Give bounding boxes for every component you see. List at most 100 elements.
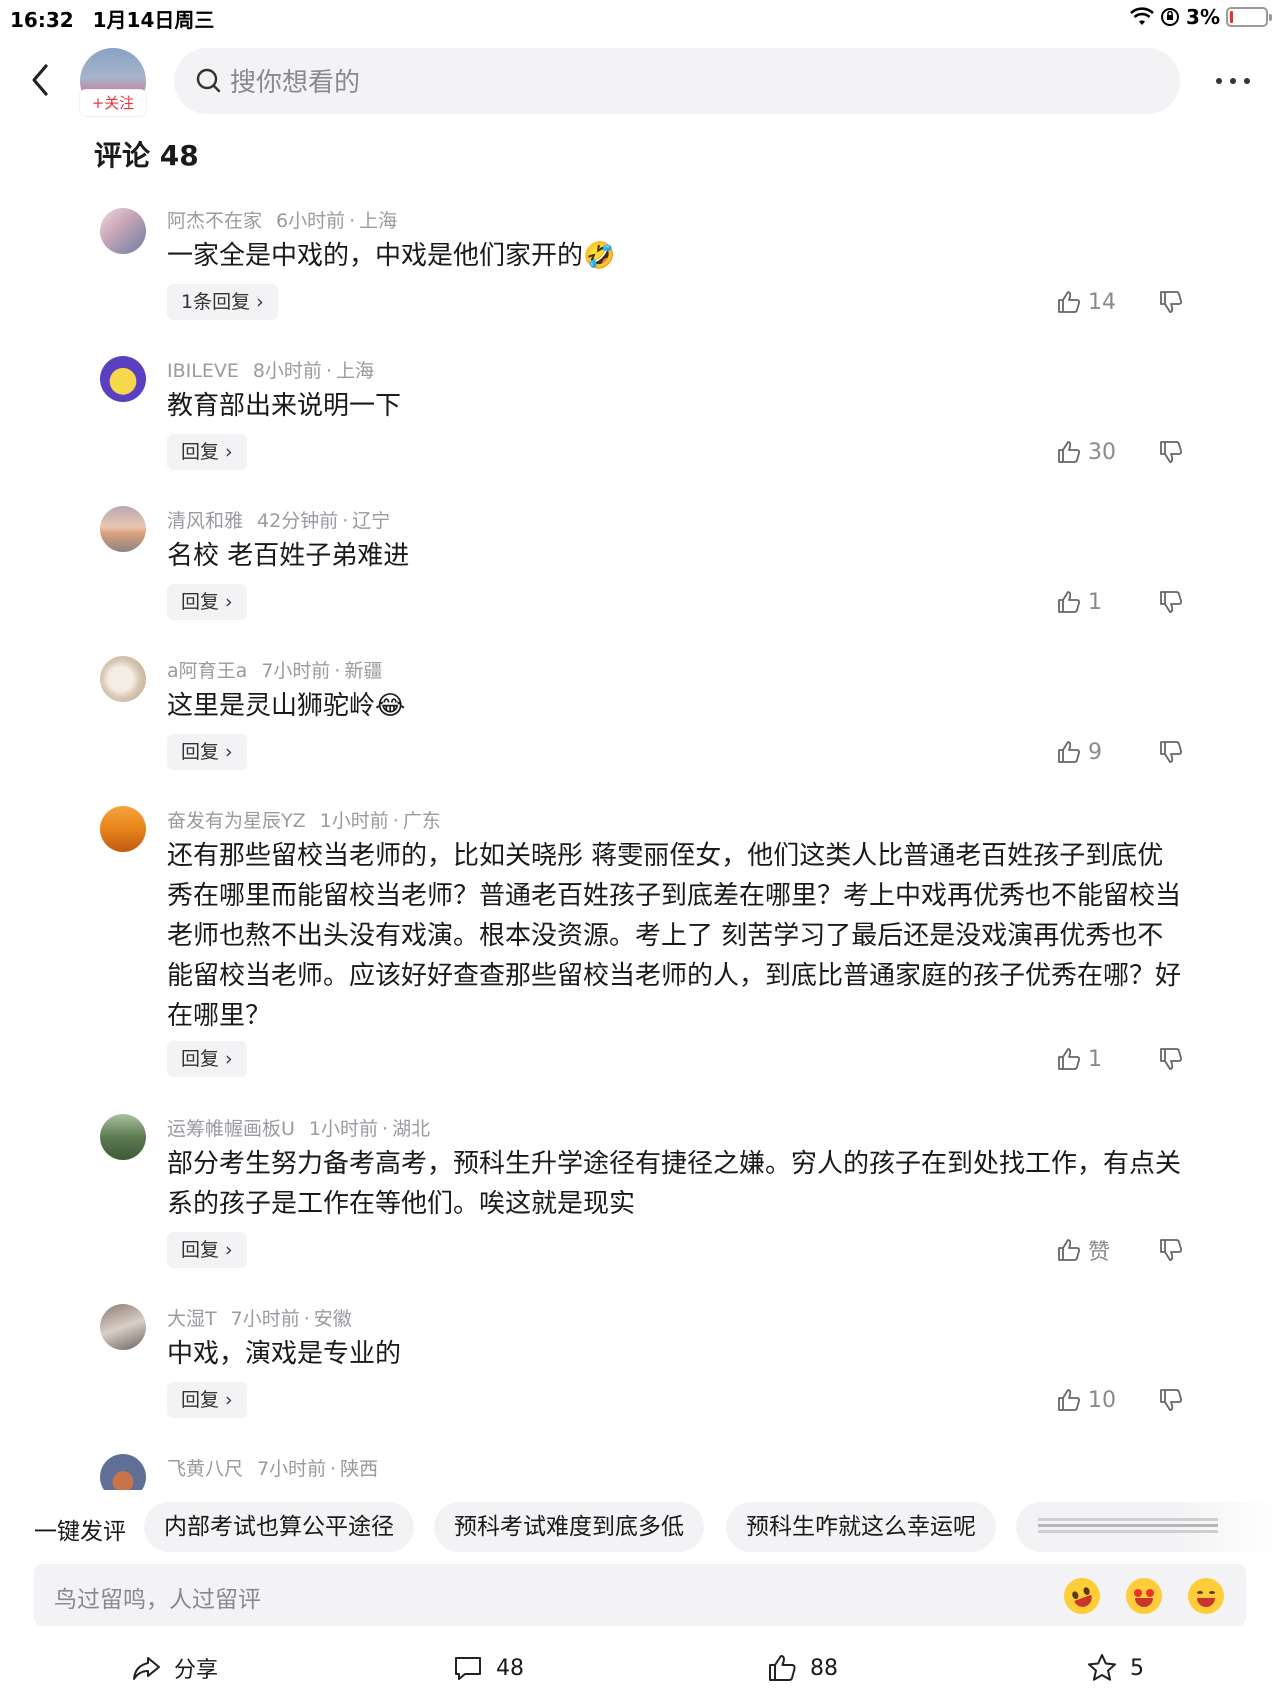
like-count: 1: [1088, 1046, 1102, 1072]
comment-icon: [455, 1657, 481, 1680]
comment-username[interactable]: 飞黄八尺: [167, 1458, 243, 1480]
comments-title: 评论 48: [94, 139, 199, 172]
thumbs-down-icon[interactable]: [1158, 439, 1184, 465]
search-input[interactable]: 搜你想看的: [174, 48, 1180, 114]
comment-username[interactable]: 阿杰不在家: [167, 210, 262, 232]
comment-meta: a阿育王a 7小时前 · 新疆: [167, 660, 383, 682]
comment-username[interactable]: 大湿T: [167, 1308, 217, 1330]
follow-button[interactable]: +关注: [80, 90, 146, 116]
status-indicators: 3%: [1130, 4, 1272, 30]
user-avatar[interactable]: [100, 806, 146, 852]
comment-time: 42分钟前: [257, 510, 339, 532]
comment-input-placeholder: 鸟过留鸣，人过留评: [54, 1587, 261, 1613]
like-count: 14: [1088, 289, 1116, 315]
thumbs-up-icon: [1058, 1048, 1080, 1070]
user-avatar[interactable]: [100, 208, 146, 254]
comment-time: 1小时前: [308, 1118, 379, 1140]
comment-text: 名校 老百姓子弟难进: [167, 541, 410, 571]
quick-comment-chip[interactable]: 预科考试难度到底多低: [434, 1502, 704, 1552]
favorite-button[interactable]: 5: [1086, 1648, 1144, 1688]
comment-username[interactable]: 奋发有为星辰YZ: [167, 810, 306, 832]
thumbs-down-icon[interactable]: [1158, 589, 1184, 615]
like-button[interactable]: 14: [1056, 284, 1116, 320]
comment-username[interactable]: a阿育王a: [167, 660, 247, 682]
like-count: 9: [1088, 739, 1102, 765]
thumbs-down-icon[interactable]: [1158, 1237, 1184, 1263]
user-avatar[interactable]: [100, 1114, 146, 1160]
reply-button[interactable]: 回复 ›: [167, 734, 247, 770]
comment-text: 部分考生努力备考高考，预科生升学途径有捷径之嫌。穷人的孩子在到处找工作，有点关系…: [167, 1149, 1182, 1219]
comment-input[interactable]: 鸟过留鸣，人过留评: [34, 1564, 1246, 1626]
quick-comment-row: 一键发评 内部考试也算公平途径 预科考试难度到底多低 预科生咋就这么幸运呢: [0, 1500, 1280, 1556]
share-button[interactable]: 分享: [130, 1648, 218, 1688]
reply-button[interactable]: 回复 ›: [167, 584, 247, 620]
comment-text: 一家全是中戏的，中戏是他们家开的🤣: [167, 241, 616, 271]
like-button[interactable]: 30: [1056, 434, 1116, 470]
comment-time: 7小时前: [257, 1458, 327, 1480]
status-date: 1月14日周三: [92, 8, 215, 32]
like-count: 1: [1088, 589, 1102, 615]
user-avatar[interactable]: [100, 356, 146, 402]
comment-location: 上海: [359, 210, 398, 232]
comments-button[interactable]: 48: [452, 1648, 524, 1688]
reply-button[interactable]: 1条回复 ›: [167, 284, 278, 320]
like-button[interactable]: 10: [1056, 1382, 1116, 1418]
status-time: 16:32: [10, 8, 74, 32]
search-icon: [196, 68, 221, 93]
quick-comment-chip[interactable]: 预科生咋就这么幸运呢: [726, 1502, 996, 1552]
favorites-count: 5: [1130, 1655, 1144, 1681]
comment-time: 7小时前: [261, 660, 331, 682]
user-avatar[interactable]: [100, 656, 146, 702]
likes-count: 88: [810, 1655, 838, 1681]
user-avatar[interactable]: [100, 506, 146, 552]
comment-location: 广东: [402, 810, 441, 832]
comment-location: 陕西: [340, 1458, 379, 1480]
comment-time: 1小时前: [319, 810, 389, 832]
comment-meta: 飞黄八尺 7小时前 · 陕西: [167, 1458, 379, 1480]
comment-meta: 清风和雅 42分钟前 · 辽宁: [167, 510, 391, 532]
emoji-starstruck-icon[interactable]: [1126, 1578, 1162, 1614]
reply-button[interactable]: 回复 ›: [167, 1232, 247, 1268]
more-options-icon[interactable]: [1214, 64, 1252, 98]
emoji-rofl-icon[interactable]: [1058, 1572, 1106, 1620]
star-icon: [1088, 1654, 1116, 1681]
quick-comment-label: 一键发评: [34, 1519, 126, 1545]
like-post-button[interactable]: 88: [766, 1648, 838, 1688]
header: +关注 搜你想看的: [0, 40, 1280, 124]
quick-comment-chip-faded[interactable]: [1016, 1502, 1280, 1552]
thumbs-down-icon[interactable]: [1158, 739, 1184, 765]
quick-comment-chip[interactable]: 内部考试也算公平途径: [144, 1502, 414, 1552]
like-count: 赞: [1088, 1240, 1111, 1265]
back-icon[interactable]: [22, 58, 62, 102]
thumbs-up-icon: [1058, 1239, 1080, 1261]
like-button[interactable]: 1: [1056, 584, 1102, 620]
like-button[interactable]: 赞: [1056, 1232, 1110, 1268]
reply-button[interactable]: 回复 ›: [167, 1382, 247, 1418]
comment-location: 安徽: [313, 1308, 352, 1330]
comment-username[interactable]: 清风和雅: [167, 510, 243, 532]
thumbs-down-icon[interactable]: [1158, 1387, 1184, 1413]
comments-count: 48: [496, 1655, 524, 1681]
reply-button[interactable]: 回复 ›: [167, 434, 247, 470]
comment-meta: 运筹帷幄画板U 1小时前 · 湖北: [167, 1118, 431, 1140]
user-avatar[interactable]: [100, 1454, 146, 1490]
comment-time: 7小时前: [230, 1308, 300, 1330]
comment-meta: IBILEVE 8小时前 · 上海: [167, 360, 374, 382]
comment-username[interactable]: IBILEVE: [167, 360, 239, 382]
comment-meta: 奋发有为星辰YZ 1小时前 · 广东: [167, 810, 441, 832]
thumbs-up-icon: [1058, 591, 1080, 613]
user-avatar[interactable]: [100, 1304, 146, 1350]
like-count: 10: [1088, 1387, 1116, 1413]
emoji-laugh-icon[interactable]: [1188, 1578, 1224, 1614]
like-button[interactable]: 1: [1056, 1041, 1102, 1077]
like-button[interactable]: 9: [1056, 734, 1102, 770]
thumbs-down-icon[interactable]: [1158, 289, 1184, 315]
thumbs-down-icon[interactable]: [1158, 1046, 1184, 1072]
comment-location: 湖北: [392, 1118, 431, 1140]
comment-username[interactable]: 运筹帷幄画板U: [167, 1118, 295, 1140]
wifi-icon: [1130, 7, 1154, 25]
comment-text: 中戏，演戏是专业的: [167, 1339, 402, 1369]
reply-button[interactable]: 回复 ›: [167, 1041, 247, 1077]
comment-time: 6小时前: [276, 210, 346, 232]
battery-icon: [1226, 7, 1272, 27]
